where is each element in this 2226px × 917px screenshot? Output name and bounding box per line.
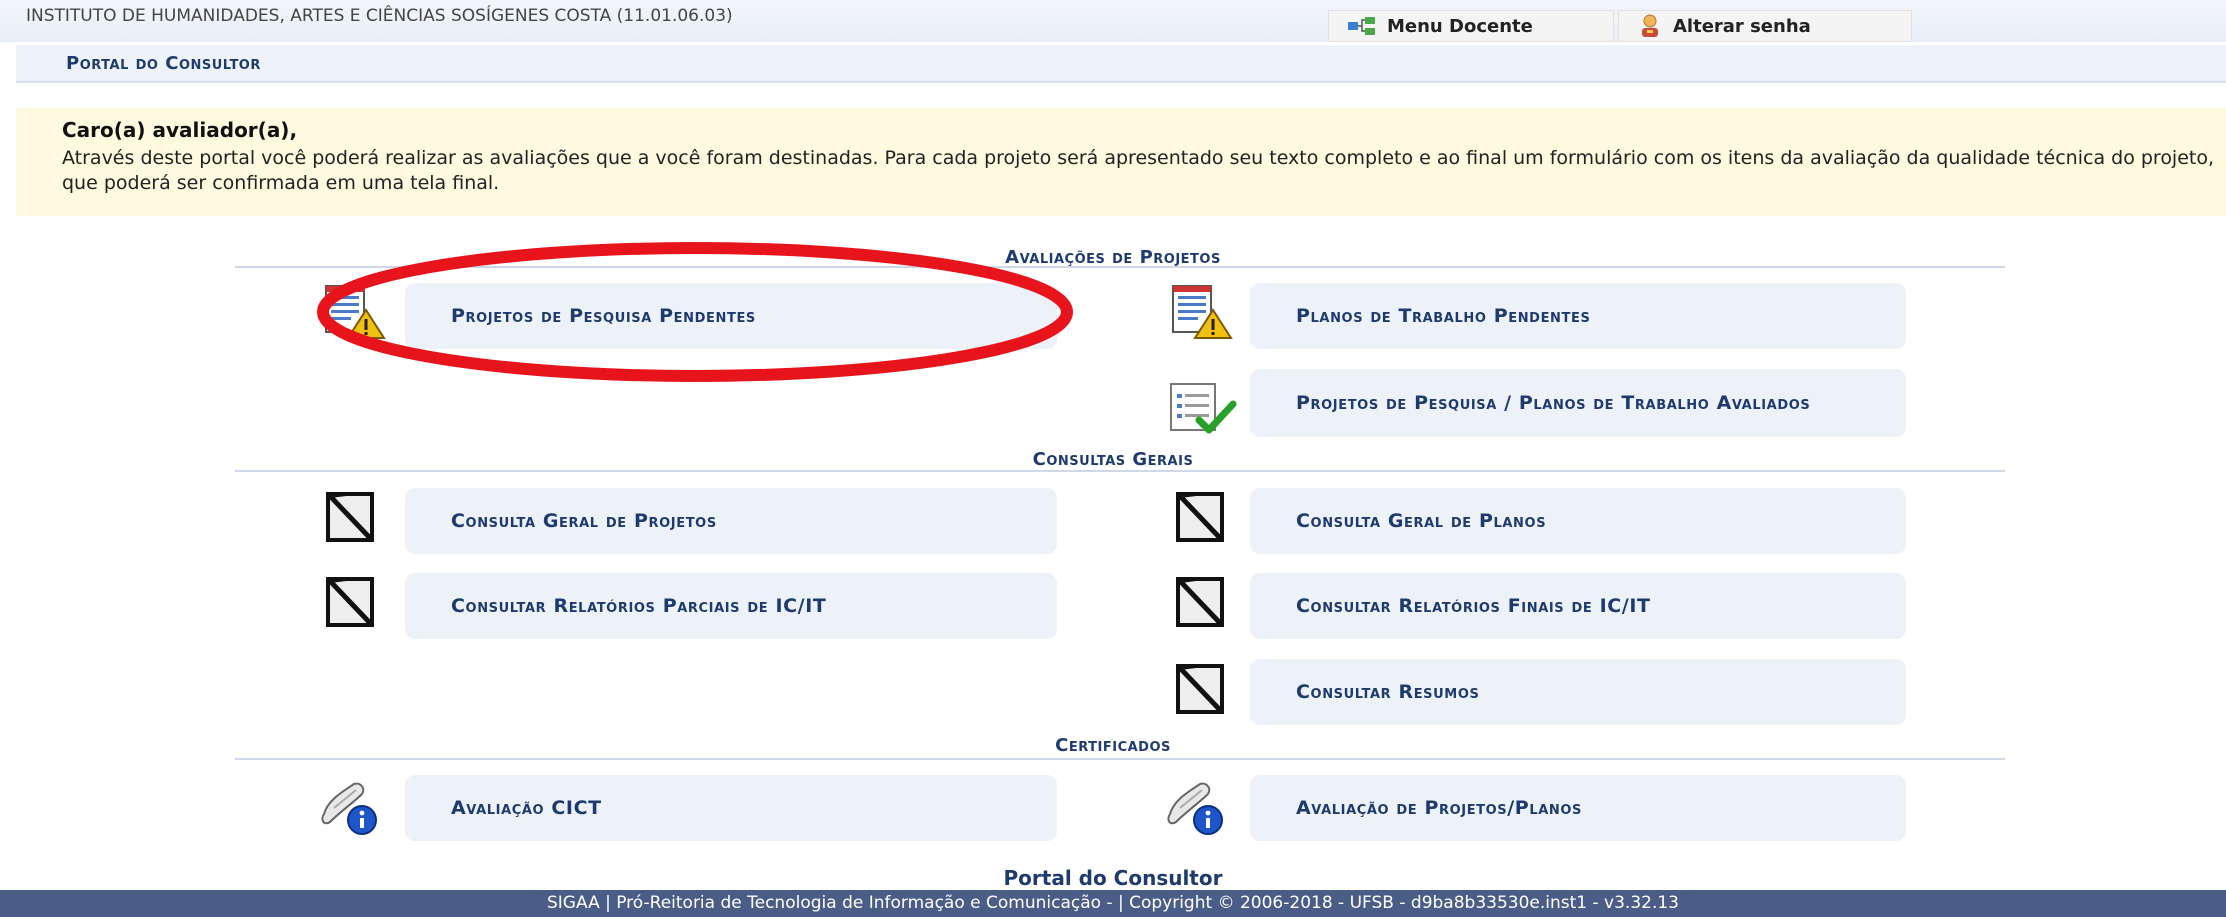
tile-label: Consulta Geral de Planos: [1296, 510, 1547, 532]
menu-docente-label: Menu Docente: [1387, 15, 1533, 37]
certificate-info-icon: [321, 782, 377, 835]
alterar-senha-label: Alterar senha: [1673, 15, 1811, 37]
menu-tree-icon: [1348, 17, 1375, 35]
edit-document-icon: [1176, 664, 1224, 714]
menu-docente-button[interactable]: Menu Docente: [1328, 10, 1614, 42]
tile-consulta-geral-projetos[interactable]: Consulta Geral de Projetos: [405, 488, 1057, 554]
tile-projetos-planos-avaliados[interactable]: Projetos de Pesquisa / Planos de Trabalh…: [1250, 369, 1906, 437]
edit-document-icon: [326, 492, 374, 542]
tile-label: Consulta Geral de Projetos: [451, 510, 717, 532]
top-bar: INSTITUTO DE HUMANIDADES, ARTES E CIÊNCI…: [0, 0, 2226, 42]
user-key-icon: [1642, 14, 1658, 37]
tile-label: Consultar Relatórios Parciais de IC/IT: [451, 595, 827, 617]
footer-text: SIGAA | Pró-Reitoria de Tecnologia de In…: [546, 893, 1679, 913]
tile-label: Projetos de Pesquisa / Planos de Trabalh…: [1296, 392, 1811, 414]
section-divider: [235, 758, 2005, 760]
edit-document-icon: [1176, 492, 1224, 542]
section-divider: [235, 470, 2005, 472]
tile-label: Planos de Trabalho Pendentes: [1296, 305, 1591, 327]
portal-title: Portal do Consultor: [66, 53, 261, 74]
edit-document-icon: [326, 577, 374, 627]
section-title-consultas: Consultas Gerais: [1032, 449, 1194, 470]
tile-consulta-geral-planos[interactable]: Consulta Geral de Planos: [1250, 488, 1906, 554]
tile-relatorios-parciais[interactable]: Consultar Relatórios Parciais de IC/IT: [405, 573, 1057, 639]
footer-title: Portal do Consultor: [1003, 866, 1223, 890]
alterar-senha-button[interactable]: Alterar senha: [1618, 10, 1912, 42]
institution-name: INSTITUTO DE HUMANIDADES, ARTES E CIÊNCI…: [26, 6, 733, 26]
tile-label: Consultar Resumos: [1296, 681, 1480, 703]
tile-avaliacao-cict[interactable]: Avaliação CICT: [405, 775, 1057, 841]
tile-planos-trabalho-pendentes[interactable]: Planos de Trabalho Pendentes: [1250, 283, 1906, 349]
portal-bar: Portal do Consultor: [16, 45, 2226, 83]
tile-label: Consultar Relatórios Finais de IC/IT: [1296, 595, 1651, 617]
edit-document-icon: [1176, 577, 1224, 627]
notice-text: Através deste portal você poderá realiza…: [62, 147, 2215, 194]
highlight-ellipse: [317, 242, 1073, 382]
tile-label: Avaliação de Projetos/Planos: [1296, 797, 1582, 819]
footer: SIGAA | Pró-Reitoria de Tecnologia de In…: [0, 890, 2226, 917]
tile-consultar-resumos[interactable]: Consultar Resumos: [1250, 659, 1906, 725]
checked-document-icon: [1170, 383, 1237, 434]
tile-label: Avaliação CICT: [451, 797, 602, 819]
notice-greeting: Caro(a) avaliador(a),: [62, 118, 298, 142]
tile-relatorios-finais[interactable]: Consultar Relatórios Finais de IC/IT: [1250, 573, 1906, 639]
evaluator-notice: Caro(a) avaliador(a), Através deste port…: [16, 108, 2226, 216]
certificate-info-icon: [1167, 782, 1223, 835]
tile-avaliacao-projetos-planos[interactable]: Avaliação de Projetos/Planos: [1250, 775, 1906, 841]
section-title-certificados: Certificados: [1055, 735, 1171, 756]
warning-document-icon: [1172, 285, 1233, 339]
